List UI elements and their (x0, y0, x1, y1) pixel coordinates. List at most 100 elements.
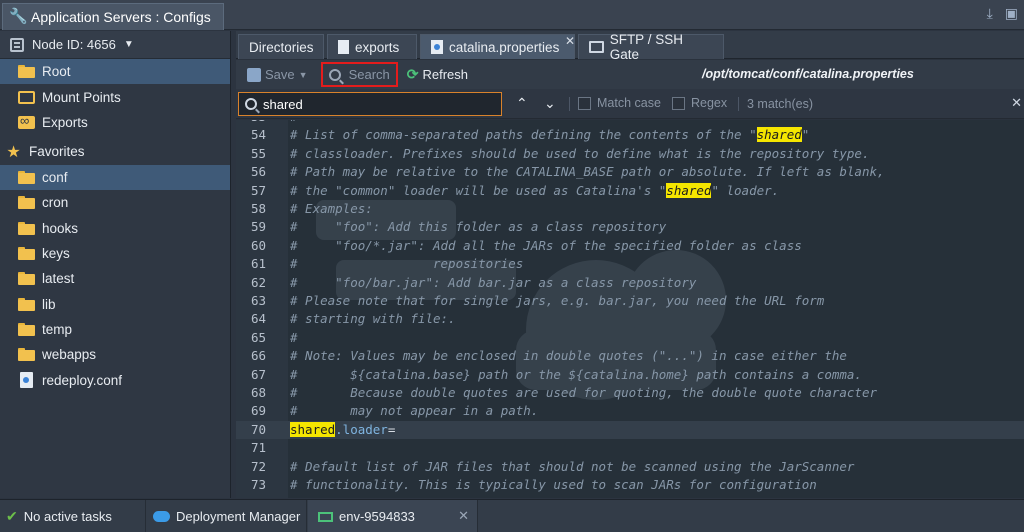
node-selector[interactable]: Node ID: 4656 ▼ (0, 31, 230, 59)
tasks-status[interactable]: ✔ No active tasks (0, 500, 146, 532)
code-line: 67 # ${catalina.base} path or the ${cata… (236, 366, 1024, 384)
line-number: 54 (250, 127, 266, 143)
config-file-icon (20, 372, 33, 389)
tab-exports[interactable]: exports (327, 34, 417, 59)
sidebar-item-label: Exports (42, 114, 88, 130)
folder-icon (18, 196, 35, 210)
code-line-current: 70 shared.loader= (236, 420, 1024, 440)
favorites-label: Favorites (29, 144, 85, 160)
tab-directories[interactable]: Directories (238, 34, 324, 59)
favorite-item-webapps[interactable]: webapps (0, 342, 230, 367)
code-text: # repositories (290, 256, 524, 272)
sidebar-item-label: Mount Points (42, 89, 121, 105)
find-input-wrapper[interactable] (238, 92, 502, 116)
favorite-item-redeploy-conf[interactable]: redeploy.conf (0, 368, 230, 393)
code-text: # (290, 329, 298, 345)
maximize-icon[interactable]: ▣ (1005, 5, 1018, 22)
line-number: 59 (250, 219, 266, 235)
checkbox[interactable] (672, 96, 685, 110)
code-editor[interactable]: 53 # 54 # List of comma-separated paths … (236, 120, 1024, 498)
code-line: 71 (236, 439, 1024, 457)
code-text: # "foo/bar.jar": Add bar.jar as a class … (290, 274, 697, 290)
environment-icon (318, 511, 333, 522)
tab-catalina-properties[interactable]: catalina.properties ✕ (420, 34, 575, 59)
code-text: # "foo/*.jar": Add all the JARs of the s… (290, 237, 802, 253)
code-line: 68 # Because double quotes are used for … (236, 384, 1024, 402)
favorite-item-lib[interactable]: lib (0, 292, 230, 317)
folder-icon (18, 65, 35, 79)
code-line: 60 # "foo/*.jar": Add all the JARs of th… (236, 237, 1024, 255)
title-bar-actions: ⤓ ▣ (987, 5, 1018, 22)
refresh-button[interactable]: ⟳ Refresh (402, 62, 473, 87)
terminal-icon (589, 41, 604, 53)
close-icon[interactable]: ✕ (565, 34, 575, 48)
star-icon: ★ (6, 143, 21, 161)
line-number: 67 (250, 366, 266, 382)
line-number: 72 (250, 458, 266, 474)
folder-icon (18, 246, 35, 260)
favorites-header[interactable]: ★ Favorites (0, 139, 230, 164)
line-number: 69 (250, 403, 266, 419)
deployment-manager-tab[interactable]: Deployment Manager (147, 500, 307, 532)
favorite-item-cron[interactable]: cron (0, 190, 230, 215)
code-text: shared.loader= (290, 421, 396, 437)
search-icon (245, 98, 257, 110)
favorite-item-latest[interactable]: latest (0, 266, 230, 291)
editor-panel: Directories exports catalina.properties … (236, 31, 1024, 498)
tab-sftp-ssh-gate[interactable]: SFTP / SSH Gate (578, 32, 724, 62)
sidebar-item-exports[interactable]: Exports (0, 110, 230, 135)
code-line: 72 # Default list of JAR files that shou… (236, 458, 1024, 476)
favorite-item-temp[interactable]: temp (0, 317, 230, 342)
regex-toggle[interactable]: Regex (672, 96, 727, 110)
code-line: 65 # (236, 329, 1024, 347)
folder-icon (18, 297, 35, 311)
properties-file-icon (431, 40, 443, 54)
refresh-label: Refresh (422, 67, 469, 82)
find-input[interactable] (263, 96, 463, 112)
line-number: 64 (250, 311, 266, 327)
mount-icon (18, 90, 35, 104)
editor-toolbar: Save ▼ Search ⟳ Refresh /opt/tomcat/conf… (236, 60, 1024, 89)
checkbox[interactable] (578, 96, 591, 110)
env-tab[interactable]: env-9594833 ✕ (308, 500, 478, 532)
task-bar: ✔ No active tasks Deployment Manager env… (0, 499, 1024, 532)
favorite-item-keys[interactable]: keys (0, 241, 230, 266)
favorite-item-label: conf (42, 169, 68, 185)
code-line: 56 # Path may be relative to the CATALIN… (236, 163, 1024, 181)
divider (738, 97, 739, 111)
title-bar: 🔧 Application Servers : Configs ⤓ ▣ (0, 0, 1024, 30)
code-line: 59 # "foo": Add this folder as a class r… (236, 218, 1024, 236)
close-icon[interactable]: ✕ (458, 508, 469, 524)
deploy-label: Deployment Manager (176, 509, 301, 524)
close-icon[interactable]: ✕ (1011, 95, 1022, 111)
search-button[interactable]: Search (320, 62, 398, 87)
sidebar-item-mount-points[interactable]: Mount Points (0, 84, 230, 109)
line-number: 68 (250, 385, 266, 400)
code-text: # may not appear in a path. (290, 403, 539, 419)
download-icon[interactable]: ⤓ (987, 5, 993, 22)
search-label: Search (348, 67, 390, 82)
file-path: /opt/tomcat/conf/catalina.properties (702, 67, 914, 81)
line-number: 63 (250, 293, 266, 308)
folder-icon (18, 170, 35, 184)
line-number: 71 (250, 440, 266, 456)
favorite-item-label: cron (42, 195, 69, 211)
favorite-item-hooks[interactable]: hooks (0, 215, 230, 240)
find-previous-button[interactable]: ⌃ (516, 95, 528, 112)
favorite-item-label: webapps (42, 347, 97, 363)
find-next-button[interactable]: ⌄ (544, 95, 556, 112)
code-text: # functionality. This is typically used … (290, 477, 817, 492)
divider (569, 97, 570, 111)
sidebar-item-root[interactable]: Root (0, 59, 230, 85)
search-match-highlight: shared (290, 421, 336, 437)
tasks-label: No active tasks (23, 509, 112, 524)
wrench-icon: 🔧 (9, 8, 28, 25)
app-title-tab[interactable]: 🔧 Application Servers : Configs (2, 3, 224, 30)
match-case-toggle[interactable]: Match case (578, 96, 661, 110)
save-button[interactable]: Save ▼ (242, 62, 313, 87)
favorite-item-label: redeploy.conf (42, 372, 123, 388)
folder-icon (18, 221, 35, 235)
favorite-item-conf[interactable]: conf (0, 164, 230, 190)
folder-icon (18, 348, 35, 362)
code-line: 69 # may not appear in a path. (236, 402, 1024, 420)
